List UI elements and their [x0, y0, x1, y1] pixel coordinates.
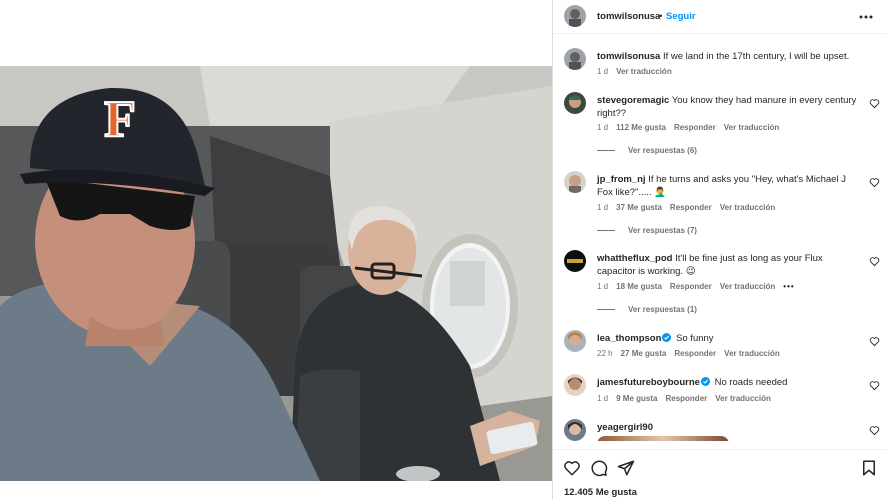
view-replies-button[interactable]: Ver respuestas (6) — [597, 146, 697, 155]
comment-text: jamesfutureboybourne No roads needed — [597, 376, 859, 389]
caption-translate-link[interactable]: Ver traducción — [616, 67, 672, 76]
post-likes-count[interactable]: 12.405 Me gusta — [564, 487, 637, 498]
bookmark-icon[interactable] — [860, 459, 878, 477]
comment-username[interactable]: jp_from_nj — [597, 174, 646, 185]
comment-likes[interactable]: 9 Me gusta — [616, 394, 657, 403]
action-bar: 12.405 Me gusta — [553, 449, 887, 499]
comment-more-icon[interactable]: ••• — [783, 282, 794, 291]
verified-badge-icon — [700, 377, 710, 386]
comment-reply-button[interactable]: Responder — [674, 349, 716, 358]
comment-reply-button[interactable]: Responder — [670, 282, 712, 291]
comment-meta: 1 d 112 Me gusta Responder Ver traducción — [597, 123, 787, 132]
paper-plane-icon[interactable] — [617, 459, 635, 477]
comment-body: So funny — [676, 333, 714, 344]
comment-translate-link[interactable]: Ver traducción — [715, 394, 771, 403]
comment-meta: 22 h 27 Me gusta Responder Ver traducción — [597, 349, 788, 358]
comment-translate-link[interactable]: Ver traducción — [720, 282, 776, 291]
comment-time: 1 d — [597, 123, 609, 132]
author-avatar[interactable] — [564, 5, 586, 27]
comment-meta: 1 d 37 Me gusta Responder Ver traducción — [597, 203, 783, 212]
header-separator: • — [659, 11, 663, 22]
comment-body: No roads needed — [714, 377, 788, 388]
comment-translate-link[interactable]: Ver traducción — [724, 123, 780, 132]
post-side-panel: tomwilsonusa • Seguir tomwilsonusa If we… — [552, 0, 887, 499]
comment-translate-link[interactable]: Ver traducción — [724, 349, 780, 358]
comment-username[interactable]: lea_thompson — [597, 333, 661, 344]
comment-reply-button[interactable]: Responder — [665, 394, 707, 403]
comment-bubble-icon[interactable] — [590, 459, 608, 477]
comment-likes[interactable]: 112 Me gusta — [616, 123, 666, 132]
comment-username[interactable]: stevegoremagic — [597, 95, 669, 106]
commenter-avatar[interactable] — [564, 374, 586, 396]
comment-time: 22 h — [597, 349, 613, 358]
comment-heart-icon[interactable] — [869, 425, 880, 436]
commenter-avatar[interactable] — [564, 419, 586, 441]
comment-text: lea_thompson So funny — [597, 332, 859, 345]
heart-icon[interactable] — [563, 459, 581, 477]
caption-avatar[interactable] — [564, 48, 586, 70]
comment-username[interactable]: whattheflux_pod — [597, 253, 672, 264]
comment-meta: 1 d 18 Me gusta Responder Ver traducción ••• — [597, 282, 803, 291]
view-replies-button[interactable]: Ver respuestas (1) — [597, 305, 697, 314]
comments-list: tomwilsonusa If we land in the 17th cent… — [553, 34, 887, 441]
post-photo: F — [0, 66, 552, 481]
comment-heart-icon[interactable] — [869, 177, 880, 188]
comment-heart-icon[interactable] — [869, 380, 880, 391]
photo-pane: F — [0, 0, 552, 499]
comment-reply-button[interactable]: Responder — [670, 203, 712, 212]
caption-meta: 1 d Ver traducción — [597, 67, 680, 76]
comment-username[interactable]: yeagergirl90 — [597, 422, 653, 433]
comment-heart-icon[interactable] — [869, 256, 880, 267]
commenter-avatar[interactable] — [564, 171, 586, 193]
comment-time: 1 d — [597, 203, 609, 212]
comment-text: yeagergirl90 — [597, 421, 859, 434]
verified-badge-icon — [662, 333, 672, 342]
caption-username[interactable]: tomwilsonusa — [597, 51, 660, 62]
caption-body: If we land in the 17th century, I will b… — [662, 51, 850, 62]
comment-heart-icon[interactable] — [869, 336, 880, 347]
author-username[interactable]: tomwilsonusa — [597, 11, 660, 22]
comment-time: 1 d — [597, 394, 609, 403]
view-replies-button[interactable]: Ver respuestas (7) — [597, 226, 697, 235]
follow-button[interactable]: Seguir — [666, 11, 696, 22]
post-photo-illustration: F — [0, 66, 552, 481]
comment-text: whattheflux_pod It'll be fine just as lo… — [597, 252, 859, 278]
comment-likes[interactable]: 27 Me gusta — [621, 349, 667, 358]
more-horizontal-icon[interactable] — [858, 9, 874, 25]
comment-translate-link[interactable]: Ver traducción — [720, 203, 776, 212]
comment-text: stevegoremagic You know they had manure … — [597, 94, 859, 120]
comment-image-preview — [597, 436, 729, 441]
post-header: tomwilsonusa • Seguir — [553, 0, 887, 34]
comment-heart-icon[interactable] — [869, 98, 880, 109]
comment-reply-button[interactable]: Responder — [674, 123, 716, 132]
comment-likes[interactable]: 37 Me gusta — [616, 203, 662, 212]
comment-time: 1 d — [597, 282, 609, 291]
comment-text: jp_from_nj If he turns and asks you "Hey… — [597, 173, 859, 199]
commenter-avatar[interactable] — [564, 250, 586, 272]
comment-meta: 1 d 9 Me gusta Responder Ver traducción — [597, 394, 779, 403]
commenter-avatar[interactable] — [564, 330, 586, 352]
cap-letter: F — [104, 91, 136, 148]
caption-text: tomwilsonusa If we land in the 17th cent… — [597, 50, 859, 63]
caption-time: 1 d — [597, 67, 609, 76]
comment-username[interactable]: jamesfutureboybourne — [597, 377, 700, 388]
comment-likes[interactable]: 18 Me gusta — [616, 282, 662, 291]
commenter-avatar[interactable] — [564, 92, 586, 114]
